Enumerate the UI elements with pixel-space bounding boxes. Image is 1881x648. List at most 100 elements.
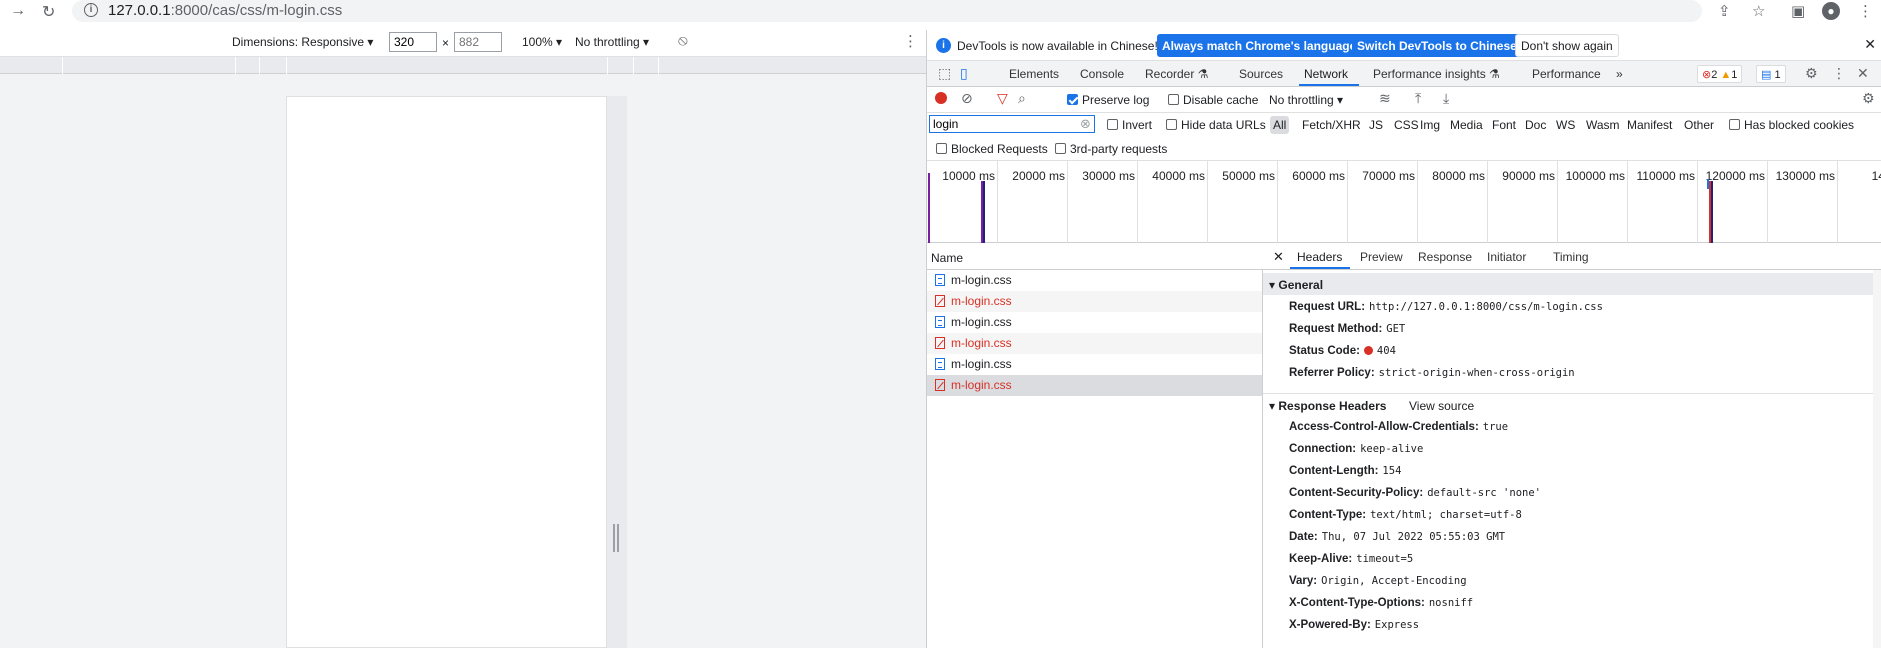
filter-icon[interactable]: ▽ <box>997 90 1008 107</box>
network-conditions-icon[interactable]: ≋ <box>1379 90 1391 107</box>
language-infobar: i DevTools is now available in Chinese! … <box>927 30 1881 61</box>
blocked-requests-checkbox[interactable]: Blocked Requests <box>936 142 1048 156</box>
type-filter-fetch-xhr[interactable]: Fetch/XHR <box>1302 118 1361 132</box>
timeline-gridline <box>1767 161 1768 243</box>
customize-kebab-icon[interactable]: ⋮ <box>1832 65 1846 82</box>
filter-input[interactable] <box>929 115 1095 133</box>
request-row[interactable]: m-login.css <box>927 354 1262 375</box>
experiment-flask-icon: ⚗ <box>1197 67 1209 81</box>
close-devtools-icon[interactable]: ✕ <box>1857 65 1869 82</box>
device-resizer-strip[interactable] <box>607 96 627 648</box>
switch-language-button[interactable]: Switch DevTools to Chinese <box>1352 34 1522 57</box>
tab-sources[interactable]: Sources <box>1239 67 1283 81</box>
settings-gear-icon[interactable]: ⚙ <box>1805 65 1818 82</box>
site-info-icon[interactable]: i <box>84 3 98 17</box>
device-throttling-dropdown[interactable]: No throttling ▾ <box>575 35 649 49</box>
match-language-button[interactable]: Always match Chrome's language <box>1157 34 1362 57</box>
search-icon[interactable]: ⌕ <box>1018 90 1026 107</box>
request-row[interactable]: m-login.css <box>927 375 1262 396</box>
tab-timing[interactable]: Timing <box>1553 250 1589 264</box>
tab-performance-insights[interactable]: Performance insights ⚗ <box>1373 67 1500 81</box>
type-filter-wasm[interactable]: Wasm <box>1586 118 1620 132</box>
menu-kebab-icon[interactable]: ⋮ <box>1858 2 1873 20</box>
timeline-gridline <box>1697 161 1698 243</box>
request-details: ✕ Headers Preview Response Initiator Tim… <box>1263 243 1881 648</box>
url-text[interactable]: 127.0.0.1:8000/cas/css/m-login.css <box>108 2 342 19</box>
disable-cache-checkbox[interactable]: Disable cache <box>1168 93 1258 107</box>
device-width-input[interactable] <box>389 32 437 52</box>
third-party-checkbox[interactable]: 3rd-party requests <box>1055 142 1167 156</box>
devtools-tabbar: ⬚ ▯ Elements Console Recorder ⚗ Sources … <box>927 61 1881 87</box>
forward-icon[interactable]: → <box>10 2 26 20</box>
type-filter-media[interactable]: Media <box>1450 118 1483 132</box>
stylesheet-file-icon <box>935 316 945 328</box>
response-header-row: Vary: Origin, Accept-Encoding <box>1289 575 1467 587</box>
request-row[interactable]: m-login.css <box>927 312 1262 333</box>
device-toggle-icon[interactable]: ▯ <box>960 65 968 82</box>
reload-icon[interactable]: ↻ <box>42 2 55 22</box>
details-scrollbar[interactable] <box>1873 270 1881 648</box>
clear-filter-icon[interactable]: ⊗ <box>1080 116 1091 132</box>
response-header-row: Content-Security-Policy: default-src 'non… <box>1289 487 1541 499</box>
profile-avatar-icon[interactable]: ● <box>1822 2 1840 20</box>
has-blocked-cookies-checkbox[interactable]: Has blocked cookies <box>1729 118 1854 132</box>
type-filter-doc[interactable]: Doc <box>1525 118 1546 132</box>
resize-handle[interactable] <box>613 524 619 552</box>
tab-headers[interactable]: Headers <box>1297 250 1342 264</box>
omnibox[interactable]: i 127.0.0.1:8000/cas/css/m-login.css <box>72 0 1702 22</box>
request-name: m-login.css <box>951 315 1012 329</box>
general-section-header[interactable]: ▾ General <box>1263 273 1873 295</box>
preserve-log-checkbox[interactable]: Preserve log <box>1067 93 1149 107</box>
share-icon[interactable]: ⇪ <box>1718 2 1731 20</box>
type-filter-manifest[interactable]: Manifest <box>1627 118 1672 132</box>
type-filter-font[interactable]: Font <box>1492 118 1516 132</box>
name-column-header[interactable]: Name <box>927 243 1263 270</box>
bookmark-star-icon[interactable]: ☆ <box>1752 2 1765 20</box>
type-filter-img[interactable]: Img <box>1420 118 1440 132</box>
tab-elements[interactable]: Elements <box>1009 67 1059 81</box>
device-more-icon[interactable]: ⋮ <box>903 32 918 50</box>
record-icon[interactable] <box>935 92 947 107</box>
issues-counter[interactable]: ⊗2 ▲1 <box>1697 65 1743 83</box>
side-panel-icon[interactable]: ▣ <box>1791 2 1805 20</box>
network-throttling-dropdown[interactable]: No throttling ▾ <box>1269 93 1343 107</box>
rotate-icon[interactable]: ⦸ <box>678 32 688 49</box>
request-list: Name m-login.css m-login.css m-login.css m-… <box>927 243 1263 648</box>
type-filter-all[interactable]: All <box>1270 116 1290 134</box>
tab-recorder[interactable]: Recorder ⚗ <box>1145 67 1208 81</box>
network-settings-icon[interactable]: ⚙ <box>1862 90 1875 107</box>
import-har-icon[interactable]: ⤒ <box>1415 90 1421 107</box>
request-row[interactable]: m-login.css <box>927 333 1262 354</box>
view-source-link[interactable]: View source <box>1409 399 1474 413</box>
tab-response[interactable]: Response <box>1418 250 1472 264</box>
zoom-dropdown[interactable]: 100% ▾ <box>522 35 562 49</box>
tab-network[interactable]: Network <box>1304 67 1348 81</box>
request-row[interactable]: m-login.css <box>927 291 1262 312</box>
network-overview-timeline[interactable]: 10000 ms 20000 ms 30000 ms 40000 ms 50000 ms… <box>927 161 1881 243</box>
tab-performance[interactable]: Performance <box>1532 67 1601 81</box>
clear-icon[interactable]: ⊘ <box>961 90 973 107</box>
tab-console[interactable]: Console <box>1080 67 1124 81</box>
response-headers-section-header[interactable]: ▾ Response Headers View source <box>1263 393 1873 415</box>
tab-preview[interactable]: Preview <box>1360 250 1403 264</box>
type-filter-ws[interactable]: WS <box>1556 118 1575 132</box>
type-filter-other[interactable]: Other <box>1684 118 1714 132</box>
close-details-icon[interactable]: ✕ <box>1273 249 1284 265</box>
dimensions-dropdown[interactable]: Dimensions: Responsive ▾ <box>232 35 373 49</box>
tab-initiator[interactable]: Initiator <box>1487 250 1526 264</box>
messages-counter[interactable]: ▤ 1 <box>1756 65 1786 83</box>
type-filter-js[interactable]: JS <box>1369 118 1383 132</box>
request-row[interactable]: m-login.css <box>927 270 1262 291</box>
timeline-tick-label: 80000 ms <box>1432 169 1485 183</box>
more-tabs-icon[interactable]: » <box>1616 67 1623 81</box>
device-height-input[interactable] <box>454 32 502 52</box>
close-icon[interactable]: ✕ <box>1864 36 1876 53</box>
export-har-icon[interactable]: ⤓ <box>1443 90 1449 107</box>
hide-data-urls-checkbox[interactable]: Hide data URLs <box>1166 118 1266 132</box>
type-filter-css[interactable]: CSS <box>1394 118 1419 132</box>
dont-show-again-button[interactable]: Don't show again <box>1515 34 1619 57</box>
invert-checkbox[interactable]: Invert <box>1107 118 1152 132</box>
timeline-gridline <box>1207 161 1208 243</box>
inspect-element-icon[interactable]: ⬚ <box>938 65 951 82</box>
warning-icon: ▲ <box>1720 69 1732 81</box>
